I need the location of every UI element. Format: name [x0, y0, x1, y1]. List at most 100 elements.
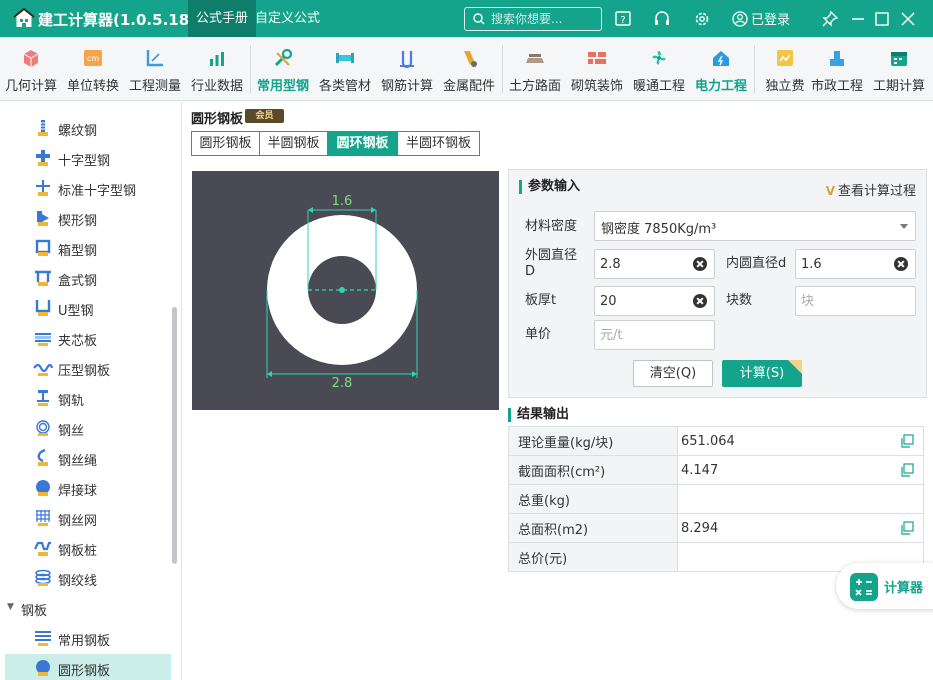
strand-icon [35, 569, 51, 586]
count-label: 块数 [726, 293, 753, 308]
sidebar-item-sandwich-panel[interactable]: 夹芯板 [5, 324, 171, 352]
pipe-icon [336, 53, 354, 63]
view-calc-process-link[interactable]: V 查看计算过程 [826, 180, 916, 199]
count-input[interactable] [801, 292, 886, 310]
help-icon[interactable]: ? [613, 9, 633, 29]
tool-geometry[interactable]: 几何计算 [0, 37, 62, 101]
tool-hvac[interactable]: 暖通工程 [628, 37, 690, 101]
headset-icon[interactable] [652, 9, 672, 29]
clear-outer-icon[interactable] [693, 257, 707, 271]
gear-icon[interactable] [692, 9, 712, 29]
density-select[interactable]: 钢密度 7850Kg/m³ [594, 211, 916, 241]
subtab-semi-ring-plate[interactable]: 半圆环钢板 [397, 131, 480, 156]
brick-icon [588, 52, 606, 64]
sidebar-item-profiled-sheet[interactable]: 压型钢板 [5, 354, 171, 382]
calculate-button[interactable]: 计算(S) [722, 360, 802, 387]
inner-diameter-input[interactable] [801, 255, 886, 273]
tab-custom-formula[interactable]: 自定义公式 [247, 0, 328, 37]
tool-schedule[interactable]: 工期计算 [868, 37, 930, 101]
sidebar-item-box-steel[interactable]: 箱型钢 [5, 234, 171, 262]
cube-icon [23, 50, 39, 67]
inner-diameter-field[interactable] [795, 249, 916, 279]
clear-button[interactable]: 清空(Q) [633, 360, 713, 387]
unit-price-input[interactable] [600, 326, 685, 344]
subtab-semicircle-plate[interactable]: 半圆钢板 [259, 131, 328, 156]
tool-earthwork[interactable]: 土方路面 [504, 37, 566, 101]
sidebar-item-hat-steel[interactable]: 盒式钢 [5, 264, 171, 292]
copy-icon[interactable] [900, 521, 914, 535]
inner-diameter-label: 内圆直径d [726, 256, 787, 271]
sidebar-item-threaded-steel[interactable]: 螺纹钢 [5, 114, 171, 142]
sidebar-item-rail[interactable]: 钢轨 [5, 384, 171, 412]
tool-municipal[interactable]: 市政工程 [806, 37, 868, 101]
weld-ball-icon [36, 480, 50, 496]
unit-price-field[interactable] [594, 320, 715, 350]
copy-icon[interactable] [900, 434, 914, 448]
sidebar-item-circular-plate[interactable]: 圆形钢板 [5, 654, 171, 680]
tool-masonry[interactable]: 砌筑装饰 [566, 37, 628, 101]
tool-survey[interactable]: 工程测量 [124, 37, 186, 101]
sidebar-item-wedge-steel[interactable]: 楔形钢 [5, 204, 171, 232]
title-bar: 建工计算器(1.0.5.18) 公式手册 自定义公式 ? 已登录 [0, 0, 933, 37]
maximize-icon[interactable] [872, 9, 892, 29]
tool-electric[interactable]: 电力工程 [690, 37, 752, 101]
pin-icon[interactable] [820, 9, 840, 29]
sheet-pile-icon [34, 541, 51, 556]
sidebar-item-weld-ball[interactable]: 焊接球 [5, 474, 171, 502]
tool-common-steel[interactable]: 常用型钢 [252, 37, 314, 101]
count-field[interactable] [795, 286, 916, 316]
tool-rebar[interactable]: 钢筋计算 [376, 37, 438, 101]
result-label: 理论重量(kg/块) [508, 426, 678, 456]
subtab-ring-plate[interactable]: 圆环钢板 [327, 131, 398, 156]
table-row: 理论重量(kg/块) 651.064 [508, 426, 924, 456]
sidebar-item-wire-rope[interactable]: 钢丝绳 [5, 444, 171, 472]
result-value: 8.294 [681, 520, 719, 536]
login-status[interactable]: 已登录 [732, 9, 790, 28]
sidebar-item-cross-steel[interactable]: 十字型钢 [5, 144, 171, 172]
sidebar: 螺纹钢 十字型钢 标准十字型钢 楔形钢 箱型钢 盒式钢 U型钢 夹芯板 压型钢板… [0, 102, 182, 680]
thickness-input[interactable] [600, 292, 685, 310]
minimize-icon[interactable] [848, 9, 868, 29]
sidebar-item-u-steel[interactable]: U型钢 [5, 294, 171, 322]
box-steel-icon [35, 239, 51, 256]
inner-diameter-label: 1.6 [332, 194, 353, 209]
sidebar-scrollbar[interactable] [172, 307, 177, 564]
sidebar-item-wire-mesh[interactable]: 钢丝网 [5, 504, 171, 532]
sidebar-group-steel-plate[interactable]: ▼ 钢板 [5, 594, 171, 622]
sidebar-item-strand[interactable]: 钢绞线 [5, 564, 171, 592]
copy-icon[interactable] [900, 463, 914, 477]
result-value-cell [677, 484, 924, 514]
outer-diameter-input[interactable] [600, 255, 685, 273]
thickness-field[interactable] [594, 286, 715, 316]
sidebar-item-steel-wire[interactable]: 钢丝 [5, 414, 171, 442]
tool-industry-data[interactable]: 行业数据 [186, 37, 248, 101]
clear-thickness-icon[interactable] [693, 294, 707, 308]
tool-unit-convert[interactable]: cm 单位转换 [62, 37, 124, 101]
calculator-icon [850, 573, 878, 601]
sidebar-item-common-plate[interactable]: 常用钢板 [5, 624, 171, 652]
search-icon [473, 13, 485, 25]
result-title: 结果输出 [508, 408, 569, 422]
sidebar-item-standard-cross-steel[interactable]: 标准十字型钢 [5, 174, 171, 202]
sidebar-item-sheet-pile[interactable]: 钢板桩 [5, 534, 171, 562]
tab-formula-manual[interactable]: 公式手册 [188, 0, 257, 37]
result-table: 理论重量(kg/块) 651.064 截面面积(cm²) 4.147 总重(kg… [508, 426, 924, 572]
floating-calculator-button[interactable]: 计算器 [836, 563, 933, 609]
tool-pipes[interactable]: 各类管材 [314, 37, 376, 101]
unit-price-label: 单价 [525, 327, 552, 342]
outer-diameter-field[interactable] [594, 249, 715, 279]
close-icon[interactable] [898, 9, 918, 29]
search-box[interactable] [464, 7, 602, 31]
search-input[interactable] [491, 10, 597, 28]
calendar-icon [891, 52, 907, 66]
clear-inner-icon[interactable] [894, 257, 908, 271]
fan-icon [652, 50, 666, 65]
ring-diagram: 1.6 2.8 [192, 171, 499, 410]
subtab-circle-plate[interactable]: 圆形钢板 [191, 131, 260, 156]
vip-crown-icon: V [825, 184, 835, 198]
threaded-bar-icon [38, 120, 48, 136]
tool-metal-parts[interactable]: 金属配件 [438, 37, 500, 101]
app-title: 建工计算器(1.0.5.18) [38, 11, 196, 29]
outer-diameter-label: 外圆直径D [525, 248, 578, 279]
result-value-cell: 4.147 [677, 455, 924, 485]
